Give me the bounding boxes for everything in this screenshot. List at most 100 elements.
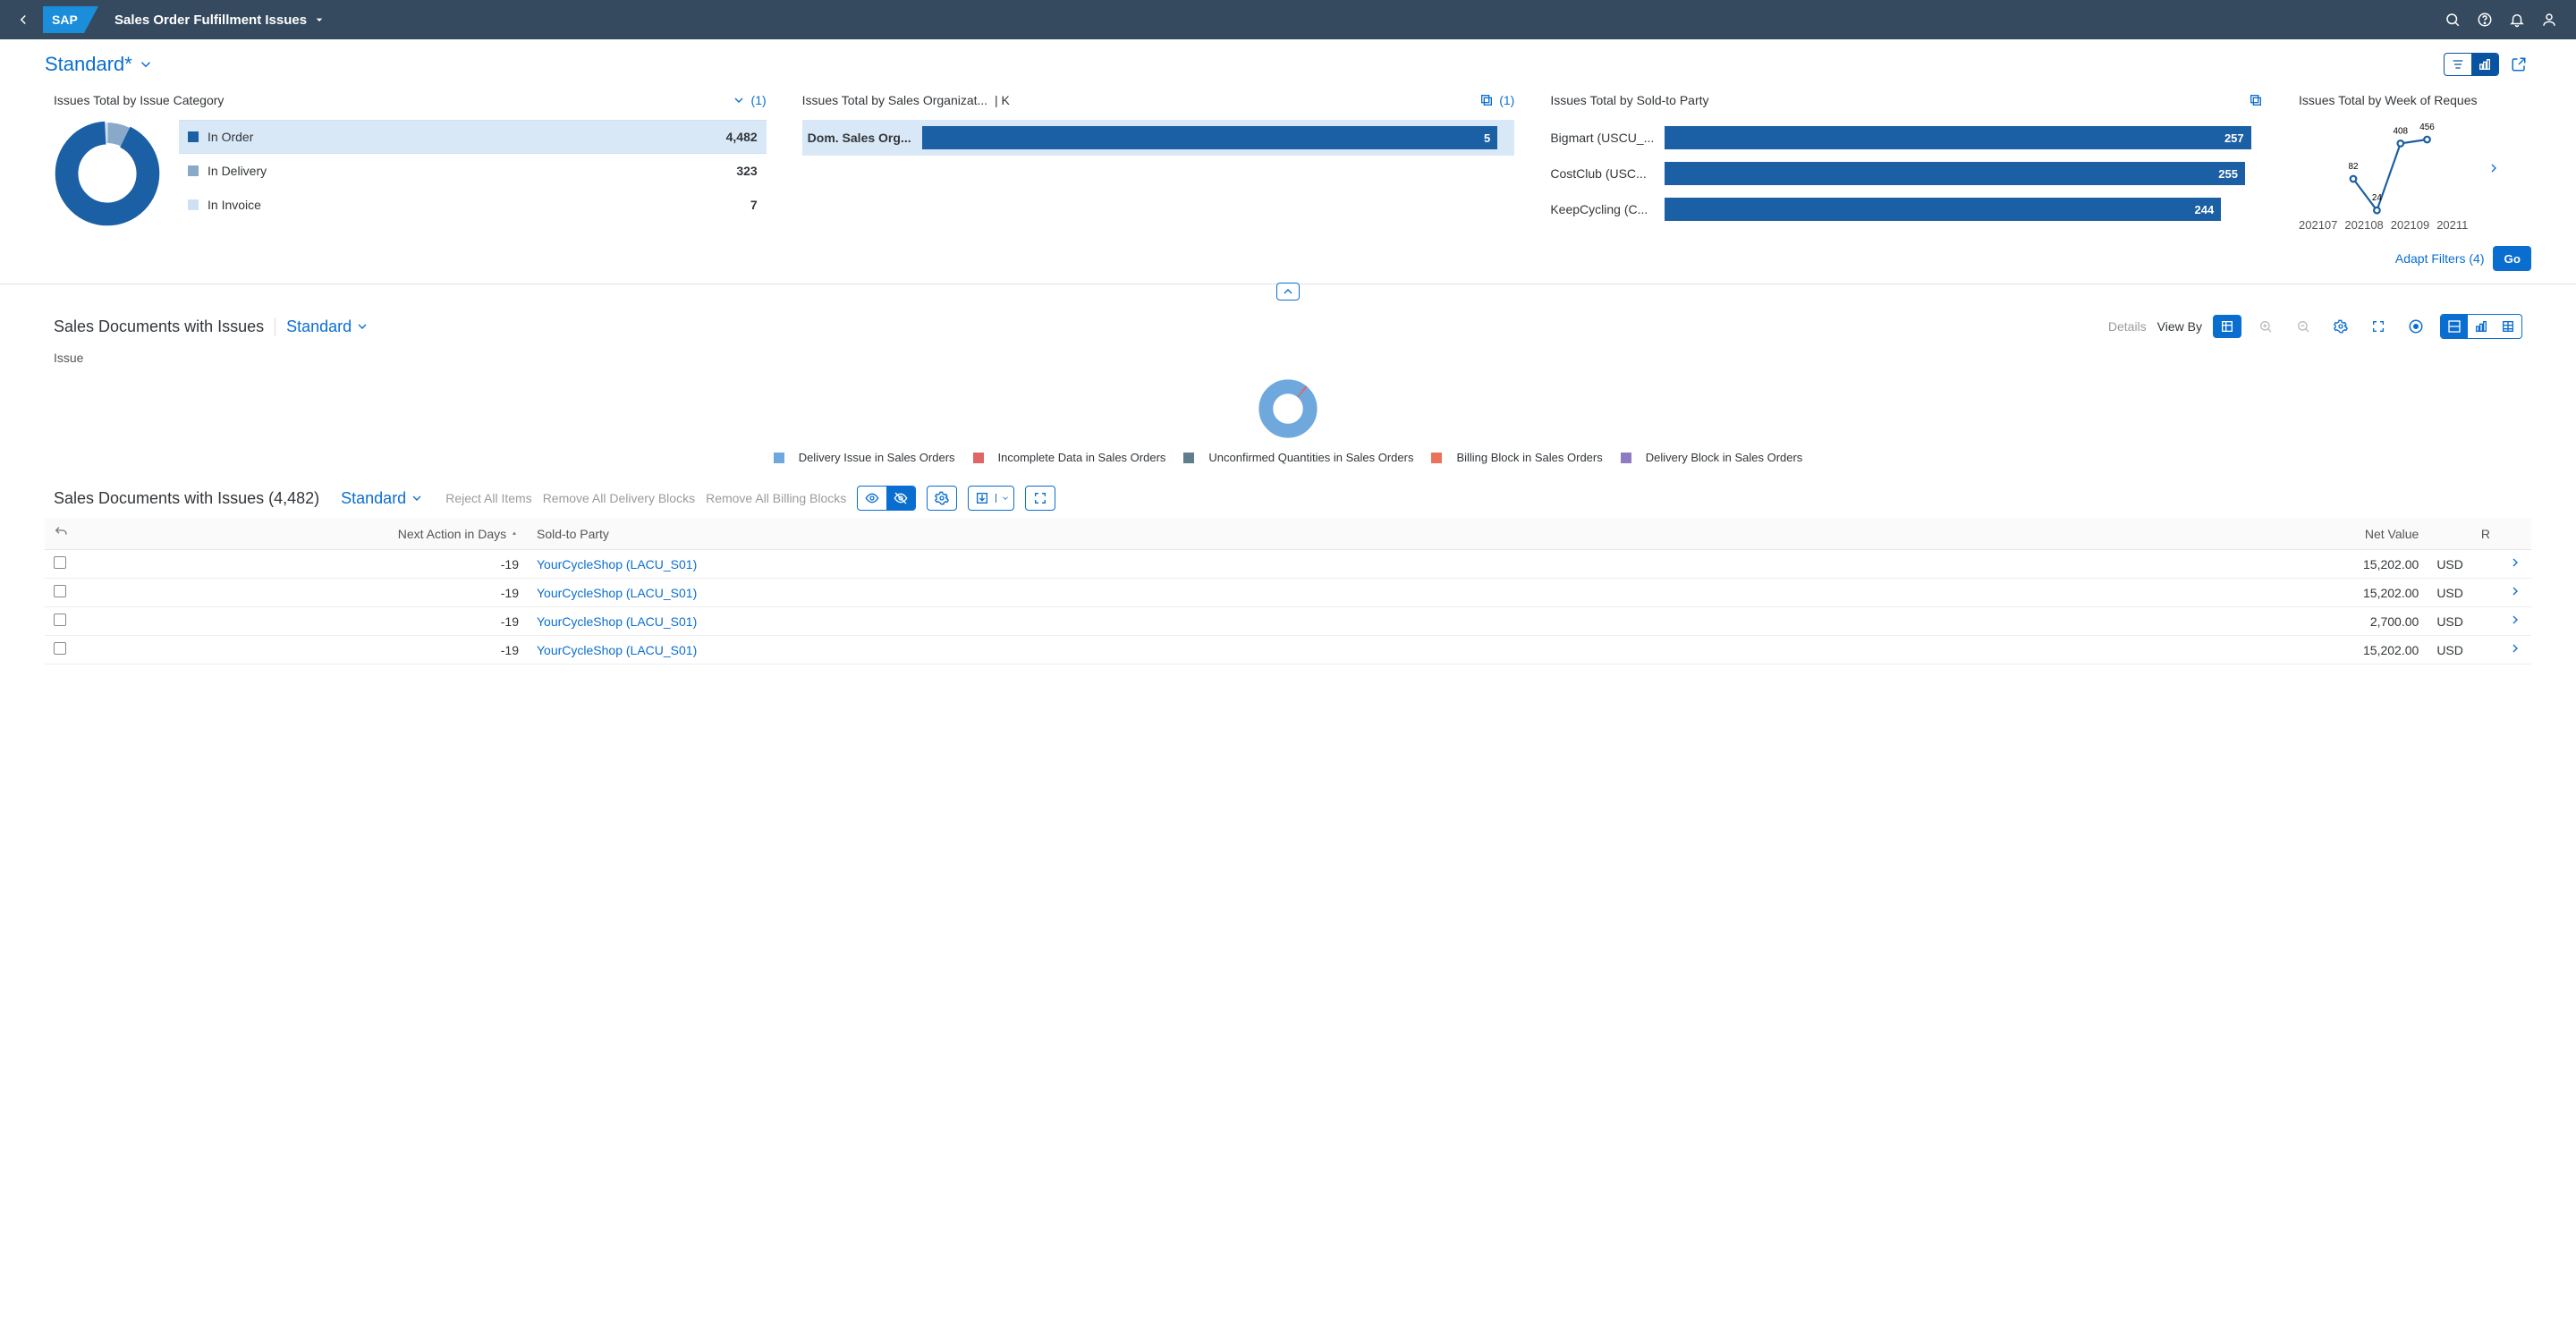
segment-both[interactable] [2441,315,2468,338]
row-nav-button[interactable] [2499,636,2531,664]
svg-text:SAP: SAP [52,13,78,27]
row-nav-button[interactable] [2499,579,2531,607]
remove-delivery-blocks-button[interactable]: Remove All Delivery Blocks [543,491,695,505]
view-by-select[interactable] [2213,315,2241,338]
row-nav-button[interactable] [2499,607,2531,636]
search-icon[interactable] [2436,4,2469,36]
collapse-header-button[interactable] [1276,283,1300,301]
swatch-icon [1183,453,1194,463]
bar-row[interactable]: KeepCycling (C... 244 [1550,191,2263,227]
view-mode-chart-button[interactable] [2471,54,2498,75]
table-variant-selector[interactable]: Standard [330,489,424,508]
share-button[interactable] [2506,52,2531,77]
app-title-dropdown[interactable]: Sales Order Fulfillment Issues [114,13,326,28]
segment-table[interactable] [2495,315,2521,338]
smart-link-button[interactable] [2402,313,2429,340]
bar-row[interactable]: Bigmart (USCU_... 257 [1550,120,2263,156]
issues-table: Next Action in Days Sold-to Party Net Va… [45,518,2531,664]
legend-row-in-delivery[interactable]: In Delivery 323 [179,154,767,188]
details-button[interactable]: Details [2108,319,2147,334]
card-title: Issues Total by Sold-to Party [1550,93,1708,107]
cell-net-value: 15,202.00 [2177,550,2428,579]
view-mode-filter-button[interactable] [2445,54,2471,75]
zoom-in-button[interactable] [2252,313,2279,340]
point-label: 82 [2349,162,2359,172]
card-filter-count[interactable]: (1) [732,93,767,107]
variant-selector[interactable]: Standard* [45,53,154,76]
legend-item[interactable]: Delivery Issue in Sales Orders [774,451,955,464]
export-menu-button[interactable] [996,494,1013,503]
sold-to-link[interactable]: YourCycleShop (LACU_S01) [537,614,697,629]
help-icon[interactable] [2469,4,2501,36]
col-net-value[interactable]: Net Value [2177,518,2428,550]
legend-row-in-order[interactable]: In Order 4,482 [179,120,767,154]
table-row[interactable]: -19YourCycleShop (LACU_S01)15,202.00USD [45,636,2531,664]
fullscreen-button[interactable] [2365,313,2392,340]
cell-currency: USD [2428,550,2472,579]
row-checkbox[interactable] [54,614,66,626]
hide-button[interactable] [886,487,915,510]
bar-row-dom-sales[interactable]: Dom. Sales Org... 5 [802,120,1515,156]
undo-icon[interactable] [54,528,68,542]
user-icon[interactable] [2533,4,2565,36]
bar-row[interactable]: CostClub (USC... 255 [1550,156,2263,191]
card-issue-category: Issues Total by Issue Category (1) In Or… [54,93,767,232]
svg-text:24: 24 [2372,193,2383,203]
cell-currency: USD [2428,607,2472,636]
legend-item[interactable]: Billing Block in Sales Orders [1431,451,1602,464]
legend-item[interactable]: Incomplete Data in Sales Orders [973,451,1166,464]
zoom-out-button[interactable] [2290,313,2317,340]
export-button[interactable] [968,486,1014,511]
sold-to-link[interactable]: YourCycleShop (LACU_S01) [537,643,697,657]
card-popout[interactable] [2249,93,2263,107]
donut-chart[interactable] [54,120,161,227]
sold-to-link[interactable]: YourCycleShop (LACU_S01) [537,557,697,571]
caret-down-icon [312,13,326,27]
view-mode-segmented [2444,53,2499,76]
shell-bar: SAP Sales Order Fulfillment Issues [0,0,2576,39]
table-settings-button[interactable] [927,486,957,511]
segment-chart[interactable] [2468,315,2495,338]
cell-next-action: -19 [80,579,528,607]
popout-icon [1479,93,1494,107]
go-button[interactable]: Go [2493,246,2531,271]
row-nav-button[interactable] [2499,550,2531,579]
nav-back-button[interactable] [11,7,36,32]
table-row[interactable]: -19YourCycleShop (LACU_S01)15,202.00USD [45,579,2531,607]
maximize-table-button[interactable] [1025,486,1055,511]
swatch-icon [774,453,784,463]
sap-logo[interactable]: SAP [43,6,98,33]
row-checkbox[interactable] [54,556,66,569]
card-popout[interactable]: (1) [1479,93,1514,107]
legend-row-in-invoice[interactable]: In Invoice 7 [179,188,767,222]
show-button[interactable] [858,487,886,510]
issue-dimension-label: Issue [0,345,2576,368]
col-next-action[interactable]: Next Action in Days [80,518,528,550]
reject-items-button[interactable]: Reject All Items [445,491,531,505]
col-r[interactable]: R [2472,518,2499,550]
content-title: Sales Documents with Issues [54,317,264,336]
legend-item[interactable]: Delivery Block in Sales Orders [1621,451,1803,464]
line-chart[interactable]: 82 24 408 456 [2299,120,2487,218]
table-row[interactable]: -19YourCycleShop (LACU_S01)2,700.00USD [45,607,2531,636]
sold-to-link[interactable]: YourCycleShop (LACU_S01) [537,586,697,600]
card-week: Issues Total by Week of Reques 82 24 408… [2299,93,2522,232]
remove-billing-blocks-button[interactable]: Remove All Billing Blocks [706,491,846,505]
cell-net-value: 15,202.00 [2177,579,2428,607]
scroll-right-button[interactable] [2487,161,2501,178]
row-checkbox[interactable] [54,585,66,597]
issue-donut-chart[interactable] [1255,376,1321,442]
settings-button[interactable] [2327,313,2354,340]
chevron-down-icon [410,491,424,505]
svg-text:456: 456 [2419,123,2435,132]
variant-bar: Standard* [0,39,2576,77]
content-variant-selector[interactable]: Standard [275,317,369,336]
table-row[interactable]: -19YourCycleShop (LACU_S01)15,202.00USD [45,550,2531,579]
notifications-icon[interactable] [2501,4,2533,36]
cell-currency: USD [2428,636,2472,664]
cell-net-value: 2,700.00 [2177,607,2428,636]
legend-item[interactable]: Unconfirmed Quantities in Sales Orders [1183,451,1413,464]
adapt-filters-link[interactable]: Adapt Filters (4) [2395,251,2485,266]
col-sold-to[interactable]: Sold-to Party [528,518,2177,550]
row-checkbox[interactable] [54,642,66,655]
